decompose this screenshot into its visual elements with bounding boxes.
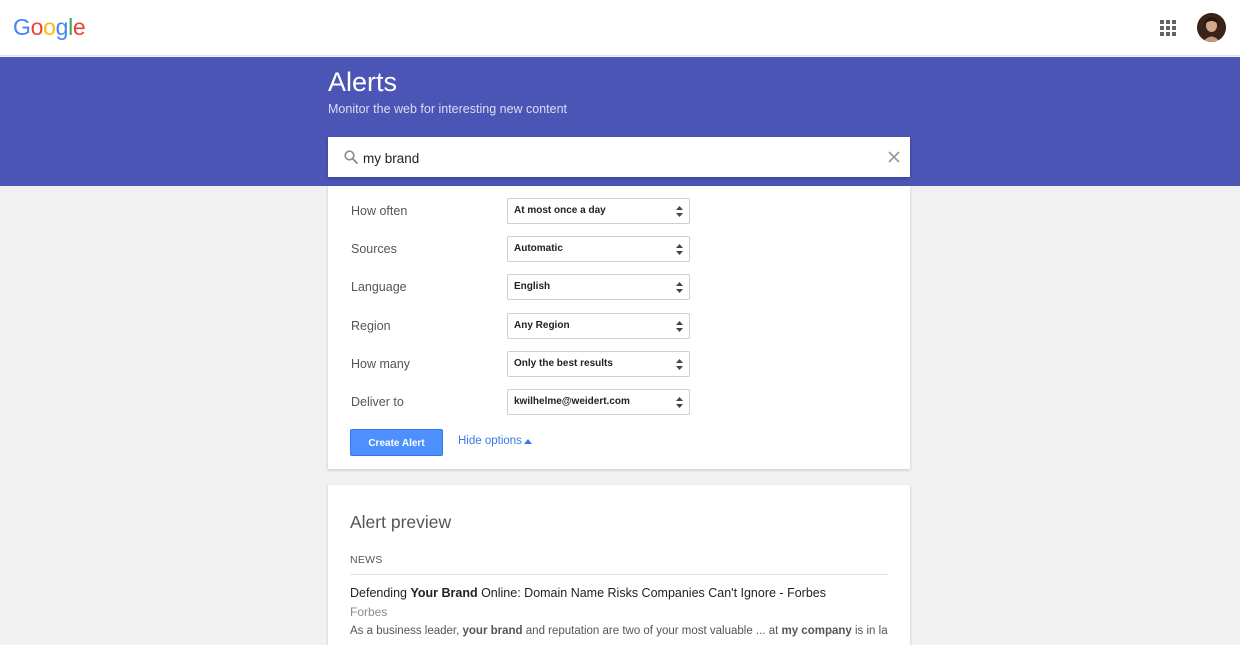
search-input[interactable] — [363, 147, 863, 169]
option-label: How many — [351, 357, 411, 371]
option-label: Region — [351, 319, 391, 333]
news-snippet: As a business leader, your brand and rep… — [350, 625, 888, 637]
close-icon[interactable] — [888, 151, 900, 163]
select-value: Automatic — [514, 243, 563, 254]
page-subtitle: Monitor the web for interesting new cont… — [328, 102, 568, 116]
logo-letter-o2: o — [43, 14, 56, 40]
logo-letter-o1: o — [30, 14, 44, 40]
preview-title: Alert preview — [350, 512, 452, 532]
snippet-keyword: my company — [781, 625, 852, 637]
select-value: English — [514, 281, 551, 292]
snippet-text: is in large part — [854, 625, 888, 637]
option-row-region: Region Any Region — [328, 313, 910, 339]
select-arrows-icon — [676, 359, 683, 370]
select-arrows-icon — [676, 321, 683, 332]
logo-letter-e: e — [72, 14, 86, 40]
option-row-how-many: How many Only the best results — [328, 351, 910, 377]
snippet-text: and reputation are two of your most valu… — [522, 625, 782, 637]
language-select[interactable]: English — [507, 274, 690, 300]
caret-up-icon[interactable] — [524, 439, 532, 444]
deliver-to-select[interactable]: kwilhelme@weidert.com — [507, 389, 690, 415]
snippet-text: As a business leader, — [350, 625, 463, 637]
alerts-banner: Alerts Monitor the web for interesting n… — [0, 57, 1240, 186]
headline-text: Defending — [350, 586, 411, 600]
sources-select[interactable]: Automatic — [507, 236, 690, 262]
select-value: Only the best results — [514, 358, 613, 369]
option-label: Deliver to — [351, 395, 404, 409]
option-label: How often — [351, 204, 408, 218]
option-label: Language — [351, 280, 407, 294]
select-value: kwilhelme@weidert.com — [514, 396, 630, 407]
logo-letter-g2: g — [55, 14, 69, 40]
news-source: Forbes — [350, 605, 388, 619]
search-icon — [344, 150, 358, 164]
avatar-icon — [1197, 13, 1226, 42]
headline-keyword: Your Brand — [410, 586, 478, 600]
how-many-select[interactable]: Only the best results — [507, 351, 690, 377]
option-row-deliver-to: Deliver to kwilhelme@weidert.com — [328, 389, 910, 415]
alert-preview-card: Alert preview NEWS Defending Your Brand … — [328, 485, 910, 645]
snippet-keyword: your brand — [462, 625, 523, 637]
region-select[interactable]: Any Region — [507, 313, 690, 339]
apps-grid-icon[interactable] — [1160, 20, 1176, 36]
select-arrows-icon — [676, 244, 683, 255]
search-box[interactable] — [328, 137, 910, 177]
select-value: Any Region — [514, 320, 570, 331]
option-label: Sources — [351, 242, 397, 256]
option-row-how-often: How often At most once a day — [328, 198, 910, 224]
page-title: Alerts — [328, 67, 398, 97]
divider — [350, 574, 888, 575]
option-row-sources: Sources Automatic — [328, 236, 910, 262]
google-logo[interactable]: Google — [13, 14, 86, 41]
preview-section-label: NEWS — [350, 554, 383, 566]
logo-letter-g1: G — [13, 14, 31, 40]
headline-text: Online: Domain Name Risks Companies Can'… — [477, 586, 826, 600]
option-row-language: Language English — [328, 274, 910, 300]
select-arrows-icon — [676, 206, 683, 217]
hide-options-link[interactable]: Hide options — [458, 435, 522, 447]
how-often-select[interactable]: At most once a day — [507, 198, 690, 224]
create-alert-button[interactable]: Create Alert — [350, 429, 443, 456]
select-value: At most once a day — [514, 205, 606, 216]
select-arrows-icon — [676, 282, 683, 293]
top-bar: Google — [0, 0, 1240, 56]
alert-options-card: How often At most once a day Sources Aut… — [328, 186, 910, 469]
select-arrows-icon — [676, 397, 683, 408]
user-avatar[interactable] — [1197, 13, 1226, 42]
news-headline-link[interactable]: Defending Your Brand Online: Domain Name… — [350, 586, 826, 600]
